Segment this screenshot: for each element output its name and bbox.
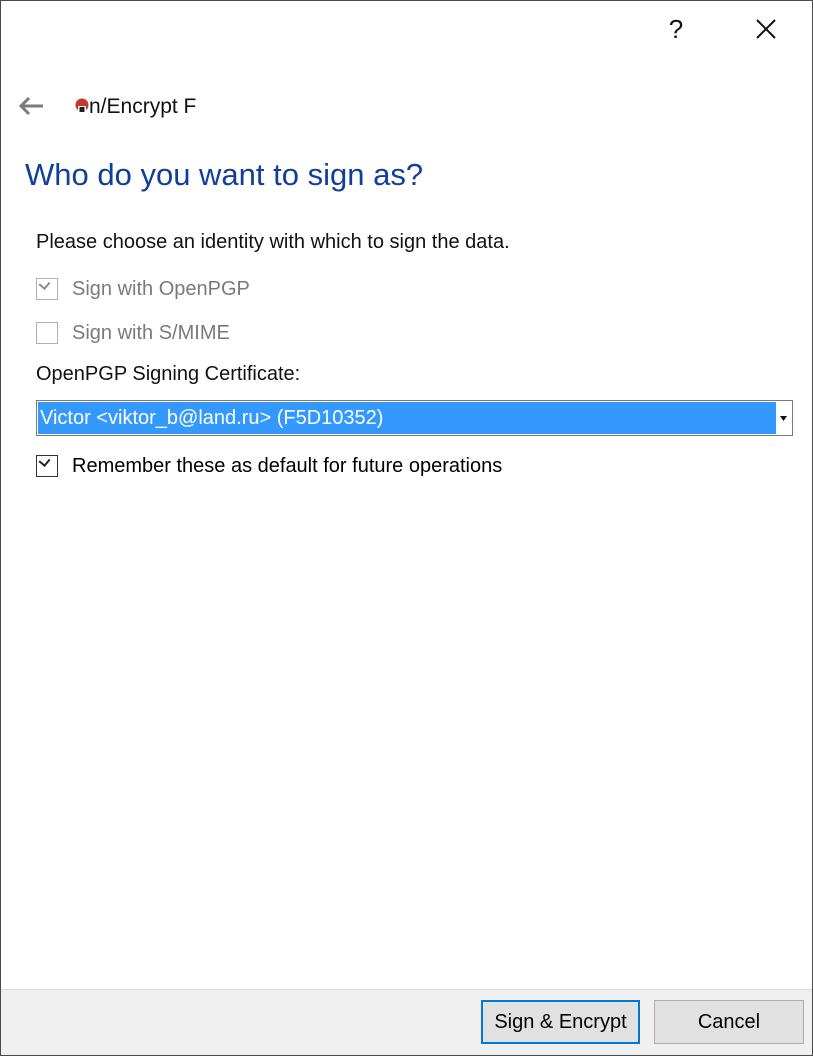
dropdown-button[interactable]: [776, 402, 791, 434]
checkmark-icon: [38, 454, 51, 468]
kleopatra-icon: [75, 98, 89, 113]
checkbox-box[interactable]: [36, 454, 58, 477]
help-button[interactable]: ?: [653, 9, 699, 49]
arrow-left-icon: [18, 96, 43, 116]
page-heading: Who do you want to sign as?: [25, 157, 424, 192]
sign-openpgp-checkbox[interactable]: Sign with OpenPGP: [36, 275, 250, 303]
signing-certificate-label: OpenPGP Signing Certificate:: [36, 363, 301, 385]
selected-certificate[interactable]: Victor <viktor_b@land.ru> (F5D10352): [38, 402, 776, 434]
help-icon: ?: [668, 13, 684, 44]
close-icon: [756, 19, 776, 39]
title-bar: ?: [1, 1, 812, 57]
cancel-button[interactable]: Cancel: [654, 1000, 804, 1044]
checkmark-icon: [38, 277, 51, 291]
wizard-header: n/Encrypt F: [1, 85, 812, 129]
checkbox-box[interactable]: [36, 277, 58, 300]
checkbox-box[interactable]: [36, 322, 58, 344]
button-bar: Sign & Encrypt Cancel: [1, 989, 812, 1055]
signing-certificate-select[interactable]: Victor <viktor_b@land.ru> (F5D10352): [36, 400, 793, 436]
remember-default-label: Remember these as default for future ope…: [72, 454, 503, 477]
sign-encrypt-button[interactable]: Sign & Encrypt: [481, 1000, 640, 1044]
wizard-title: n/Encrypt F: [89, 95, 197, 118]
chevron-down-icon: [780, 415, 787, 421]
sign-smime-label: Sign with S/MIME: [72, 321, 230, 344]
sign-openpgp-label: Sign with OpenPGP: [72, 277, 250, 300]
back-button[interactable]: [13, 91, 49, 121]
instruction-text: Please choose an identity with which to …: [36, 231, 510, 253]
dialog-window: ? n/Encrypt F Who do you want to sign as…: [0, 0, 813, 1056]
close-button[interactable]: [743, 9, 789, 49]
sign-smime-checkbox[interactable]: Sign with S/MIME: [36, 319, 230, 347]
remember-default-checkbox[interactable]: Remember these as default for future ope…: [36, 452, 502, 480]
